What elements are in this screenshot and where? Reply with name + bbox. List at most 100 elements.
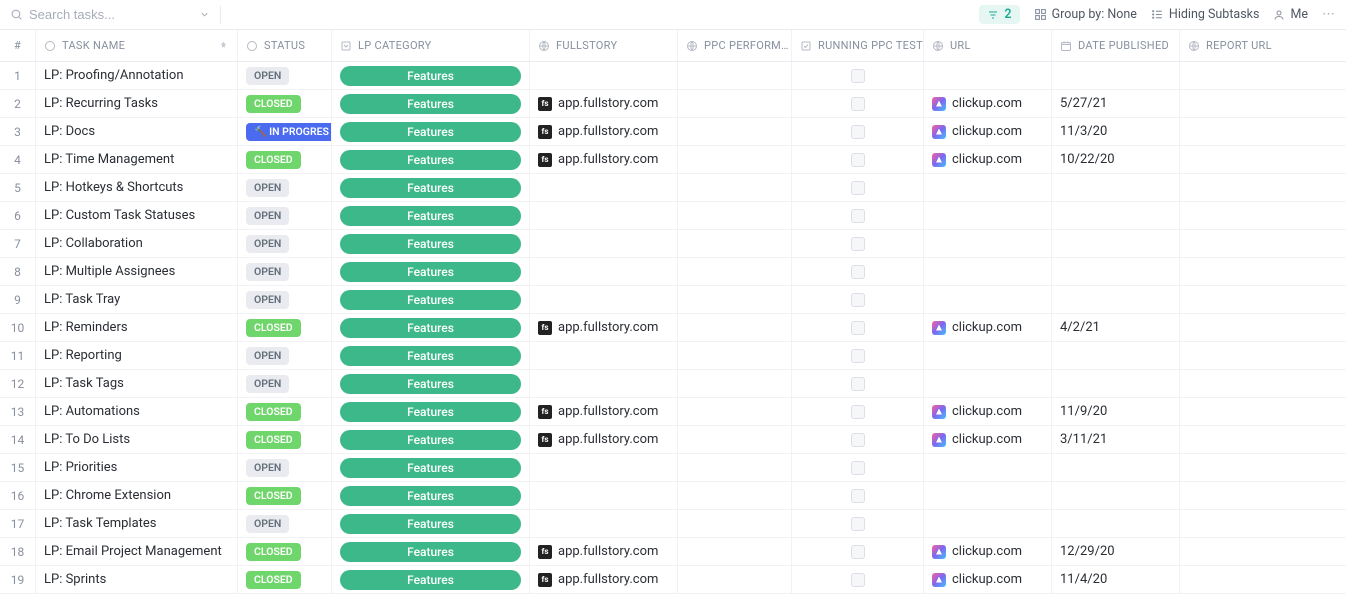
date-published-cell[interactable]: 12/29/20 bbox=[1052, 538, 1180, 565]
lp-category-cell[interactable]: Features bbox=[332, 566, 530, 593]
url-cell[interactable] bbox=[924, 258, 1052, 285]
date-published-cell[interactable] bbox=[1052, 174, 1180, 201]
ppc-performance-cell[interactable] bbox=[678, 566, 792, 593]
table-row[interactable]: 5LP: Hotkeys & ShortcutsOPENFeatures bbox=[0, 174, 1346, 202]
report-url-cell[interactable] bbox=[1180, 398, 1340, 425]
fullstory-cell[interactable]: fsapp.fullstory.com bbox=[530, 398, 678, 425]
task-name-cell[interactable]: LP: Reminders bbox=[36, 314, 238, 341]
running-ppc-cell[interactable] bbox=[792, 90, 924, 117]
status-cell[interactable]: OPEN bbox=[238, 286, 332, 313]
report-url-cell[interactable] bbox=[1180, 258, 1340, 285]
running-ppc-cell[interactable] bbox=[792, 118, 924, 145]
table-row[interactable]: 18LP: Email Project ManagementCLOSEDFeat… bbox=[0, 538, 1346, 566]
fullstory-link[interactable]: fsapp.fullstory.com bbox=[538, 320, 658, 335]
status-cell[interactable]: CLOSED bbox=[238, 314, 332, 341]
fullstory-cell[interactable] bbox=[530, 510, 678, 537]
lp-category-cell[interactable]: Features bbox=[332, 146, 530, 173]
report-url-cell[interactable] bbox=[1180, 314, 1340, 341]
running-ppc-cell[interactable] bbox=[792, 258, 924, 285]
date-published-cell[interactable]: 11/4/20 bbox=[1052, 566, 1180, 593]
report-url-cell[interactable] bbox=[1180, 202, 1340, 229]
header-number[interactable]: # bbox=[0, 30, 36, 61]
date-published-cell[interactable]: 5/27/21 bbox=[1052, 90, 1180, 117]
date-published-cell[interactable] bbox=[1052, 202, 1180, 229]
ppc-performance-cell[interactable] bbox=[678, 174, 792, 201]
running-ppc-cell[interactable] bbox=[792, 62, 924, 89]
task-name-cell[interactable]: LP: Priorities bbox=[36, 454, 238, 481]
status-cell[interactable]: CLOSED bbox=[238, 90, 332, 117]
task-name-cell[interactable]: LP: Collaboration bbox=[36, 230, 238, 257]
lp-category-cell[interactable]: Features bbox=[332, 230, 530, 257]
table-row[interactable]: 1LP: Proofing/AnnotationOPENFeatures bbox=[0, 62, 1346, 90]
running-ppc-checkbox[interactable] bbox=[851, 349, 865, 363]
table-row[interactable]: 12LP: Task TagsOPENFeatures bbox=[0, 370, 1346, 398]
date-published-cell[interactable]: 3/11/21 bbox=[1052, 426, 1180, 453]
lp-category-cell[interactable]: Features bbox=[332, 482, 530, 509]
date-published-cell[interactable]: 4/2/21 bbox=[1052, 314, 1180, 341]
group-by-button[interactable]: Group by: None bbox=[1034, 7, 1137, 22]
filter-button[interactable]: 2 bbox=[979, 5, 1019, 24]
url-link[interactable]: clickup.com bbox=[932, 572, 1022, 587]
running-ppc-checkbox[interactable] bbox=[851, 181, 865, 195]
table-row[interactable]: 19LP: SprintsCLOSEDFeaturesfsapp.fullsto… bbox=[0, 566, 1346, 594]
running-ppc-checkbox[interactable] bbox=[851, 97, 865, 111]
lp-category-cell[interactable]: Features bbox=[332, 286, 530, 313]
running-ppc-checkbox[interactable] bbox=[851, 125, 865, 139]
running-ppc-cell[interactable] bbox=[792, 314, 924, 341]
url-cell[interactable]: clickup.com bbox=[924, 146, 1052, 173]
running-ppc-cell[interactable] bbox=[792, 510, 924, 537]
fullstory-link[interactable]: fsapp.fullstory.com bbox=[538, 96, 658, 111]
fullstory-cell[interactable] bbox=[530, 202, 678, 229]
header-running-ppc[interactable]: RUNNING PPC TESTS bbox=[792, 30, 924, 61]
fullstory-link[interactable]: fsapp.fullstory.com bbox=[538, 152, 658, 167]
url-cell[interactable]: clickup.com bbox=[924, 118, 1052, 145]
ppc-performance-cell[interactable] bbox=[678, 258, 792, 285]
date-published-cell[interactable] bbox=[1052, 342, 1180, 369]
table-row[interactable]: 4LP: Time ManagementCLOSEDFeaturesfsapp.… bbox=[0, 146, 1346, 174]
status-cell[interactable]: OPEN bbox=[238, 174, 332, 201]
date-published-cell[interactable] bbox=[1052, 286, 1180, 313]
report-url-cell[interactable] bbox=[1180, 482, 1340, 509]
date-published-cell[interactable] bbox=[1052, 510, 1180, 537]
lp-category-cell[interactable]: Features bbox=[332, 538, 530, 565]
fullstory-link[interactable]: fsapp.fullstory.com bbox=[538, 404, 658, 419]
report-url-cell[interactable] bbox=[1180, 90, 1340, 117]
header-task-name[interactable]: TASK NAME bbox=[36, 30, 238, 61]
fullstory-link[interactable]: fsapp.fullstory.com bbox=[538, 432, 658, 447]
fullstory-cell[interactable] bbox=[530, 286, 678, 313]
table-row[interactable]: 11LP: ReportingOPENFeatures bbox=[0, 342, 1346, 370]
status-cell[interactable]: OPEN bbox=[238, 454, 332, 481]
ppc-performance-cell[interactable] bbox=[678, 482, 792, 509]
running-ppc-checkbox[interactable] bbox=[851, 489, 865, 503]
date-published-cell[interactable] bbox=[1052, 62, 1180, 89]
fullstory-cell[interactable] bbox=[530, 482, 678, 509]
lp-category-cell[interactable]: Features bbox=[332, 174, 530, 201]
lp-category-cell[interactable]: Features bbox=[332, 342, 530, 369]
lp-category-cell[interactable]: Features bbox=[332, 258, 530, 285]
fullstory-cell[interactable] bbox=[530, 258, 678, 285]
chevron-down-icon[interactable] bbox=[199, 9, 210, 20]
url-cell[interactable]: clickup.com bbox=[924, 426, 1052, 453]
table-row[interactable]: 16LP: Chrome ExtensionCLOSEDFeatures bbox=[0, 482, 1346, 510]
table-row[interactable]: 17LP: Task TemplatesOPENFeatures bbox=[0, 510, 1346, 538]
running-ppc-checkbox[interactable] bbox=[851, 265, 865, 279]
url-cell[interactable] bbox=[924, 230, 1052, 257]
ppc-performance-cell[interactable] bbox=[678, 230, 792, 257]
task-name-cell[interactable]: LP: Sprints bbox=[36, 566, 238, 593]
running-ppc-cell[interactable] bbox=[792, 202, 924, 229]
task-name-cell[interactable]: LP: Custom Task Statuses bbox=[36, 202, 238, 229]
ppc-performance-cell[interactable] bbox=[678, 146, 792, 173]
running-ppc-checkbox[interactable] bbox=[851, 573, 865, 587]
report-url-cell[interactable] bbox=[1180, 118, 1340, 145]
table-row[interactable]: 15LP: PrioritiesOPENFeatures bbox=[0, 454, 1346, 482]
report-url-cell[interactable] bbox=[1180, 370, 1340, 397]
pin-icon[interactable] bbox=[218, 40, 229, 51]
fullstory-cell[interactable]: fsapp.fullstory.com bbox=[530, 538, 678, 565]
table-row[interactable]: 6LP: Custom Task StatusesOPENFeatures bbox=[0, 202, 1346, 230]
ppc-performance-cell[interactable] bbox=[678, 538, 792, 565]
report-url-cell[interactable] bbox=[1180, 566, 1340, 593]
table-row[interactable]: 10LP: RemindersCLOSEDFeaturesfsapp.fulls… bbox=[0, 314, 1346, 342]
more-icon[interactable]: ⋯ bbox=[1322, 7, 1336, 22]
ppc-performance-cell[interactable] bbox=[678, 62, 792, 89]
date-published-cell[interactable]: 11/9/20 bbox=[1052, 398, 1180, 425]
